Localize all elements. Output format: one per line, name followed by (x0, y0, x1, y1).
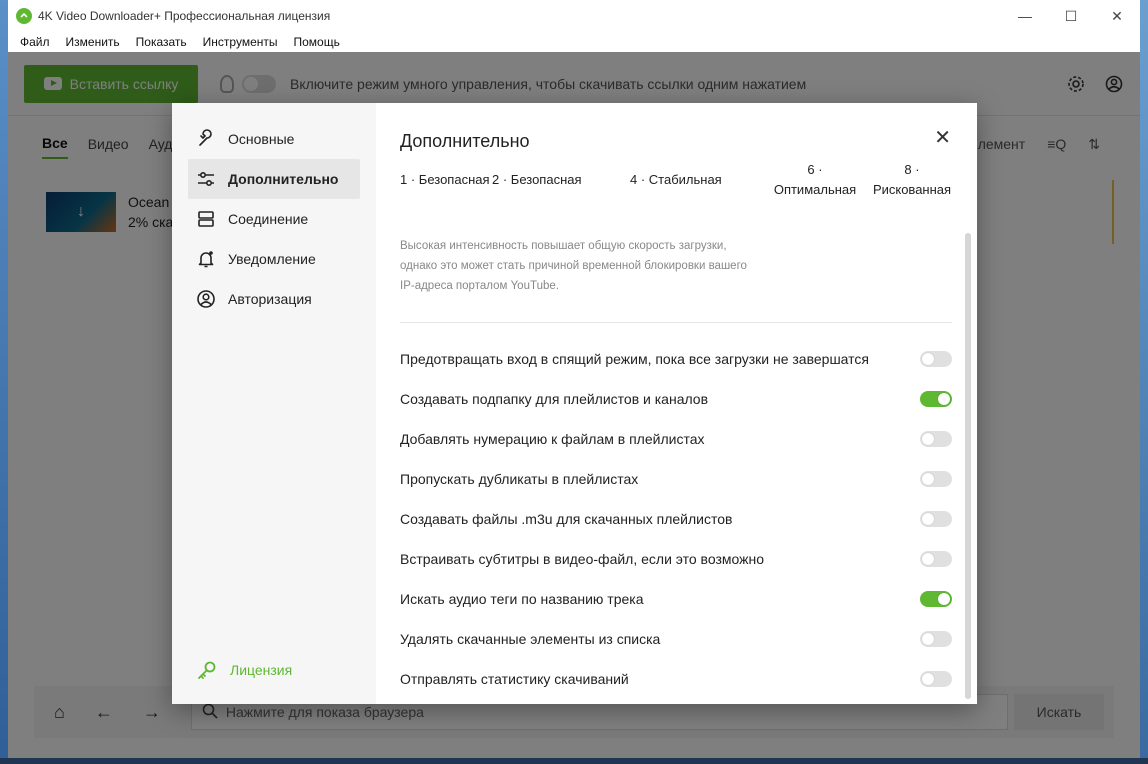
sliders-icon (198, 171, 214, 187)
sidebar-item-connection[interactable]: Соединение (188, 199, 360, 239)
license-link[interactable]: Лицензия (196, 659, 292, 681)
sidebar-item-general[interactable]: Основные (188, 119, 360, 159)
settings-content: Дополнительно ✕ 1 · Безопасная 2 · Безоп… (376, 103, 977, 704)
menu-help[interactable]: Помощь (286, 35, 348, 49)
option-toggle[interactable] (920, 351, 952, 367)
option-toggle[interactable] (920, 591, 952, 607)
sidebar-item-label: Уведомление (228, 251, 316, 267)
option-row: Искать аудио теги по названию трека (400, 579, 952, 619)
license-label: Лицензия (230, 662, 293, 678)
sidebar-item-label: Дополнительно (228, 171, 339, 187)
option-label: Создавать подпапку для плейлистов и кана… (400, 391, 709, 407)
maximize-button[interactable]: ☐ (1048, 0, 1094, 32)
menu-tools[interactable]: Инструменты (195, 35, 286, 49)
key-icon (198, 661, 216, 679)
options-list: Предотвращать вход в спящий режим, пока … (400, 339, 952, 699)
option-toggle[interactable] (920, 551, 952, 567)
menu-view[interactable]: Показать (128, 35, 195, 49)
sidebar-item-advanced[interactable]: Дополнительно (188, 159, 360, 199)
option-label: Предотвращать вход в спящий режим, пока … (400, 351, 869, 367)
option-toggle[interactable] (920, 511, 952, 527)
option-row: Создавать подпапку для плейлистов и кана… (400, 379, 952, 419)
sidebar-item-label: Соединение (228, 211, 309, 227)
intensity-tick[interactable]: 6 · Оптимальная (770, 160, 860, 200)
menu-edit[interactable]: Изменить (58, 35, 128, 49)
title-bar[interactable]: 4K Video Downloader+ Профессиональная ли… (8, 0, 1140, 32)
option-label: Удалять скачанные элементы из списка (400, 631, 661, 647)
divider (400, 322, 952, 323)
sidebar-item-label: Основные (228, 131, 295, 147)
intensity-scale[interactable]: 1 · Безопасная 2 · Безопасная 4 · Стабил… (400, 162, 953, 214)
bell-icon (198, 251, 214, 268)
settings-dialog: Основные Дополнительно Соединение Уведом… (172, 103, 977, 704)
desktop-right-edge (1140, 0, 1148, 764)
taskbar-strip (0, 758, 1148, 764)
option-label: Отправлять статистику скачиваний (400, 671, 629, 687)
scrollbar-thumb[interactable] (965, 233, 971, 699)
settings-sidebar: Основные Дополнительно Соединение Уведом… (172, 103, 376, 704)
sidebar-item-notification[interactable]: Уведомление (188, 239, 360, 279)
sidebar-item-authorization[interactable]: Авторизация (188, 279, 360, 319)
window-title: 4K Video Downloader+ Профессиональная ли… (38, 9, 331, 23)
option-toggle[interactable] (920, 671, 952, 687)
option-toggle[interactable] (920, 391, 952, 407)
intensity-tick[interactable]: 8 · Рискованная (870, 160, 954, 200)
option-toggle[interactable] (920, 431, 952, 447)
option-label: Искать аудио теги по названию трека (400, 591, 644, 607)
option-row: Предотвращать вход в спящий режим, пока … (400, 339, 952, 379)
minimize-button[interactable]: — (1002, 0, 1048, 32)
intensity-tick[interactable]: 2 · Безопасная (492, 170, 582, 190)
close-dialog-button[interactable]: ✕ (934, 125, 951, 150)
intensity-tick[interactable]: 1 · Безопасная (400, 170, 490, 190)
option-row: Пропускать дубликаты в плейлистах (400, 459, 952, 499)
option-row: Отправлять статистику скачиваний (400, 659, 952, 699)
option-label: Встраивать субтитры в видео-файл, если э… (400, 551, 765, 567)
intensity-hint: Высокая интенсивность повышает общую ско… (400, 240, 747, 292)
close-window-button[interactable]: ✕ (1094, 0, 1140, 32)
server-icon (198, 211, 214, 227)
page-title: Дополнительно (400, 131, 530, 151)
app-logo-icon (16, 8, 32, 24)
user-circle-icon (197, 290, 215, 308)
scrollbar[interactable] (965, 233, 971, 699)
menu-file[interactable]: Файл (12, 35, 58, 49)
option-toggle[interactable] (920, 631, 952, 647)
option-toggle[interactable] (920, 471, 952, 487)
option-label: Добавлять нумерацию к файлам в плейлиста… (400, 431, 705, 447)
desktop-left-edge (0, 0, 8, 764)
menu-bar: Файл Изменить Показать Инструменты Помощ… (8, 32, 1140, 52)
option-row: Добавлять нумерацию к файлам в плейлиста… (400, 419, 952, 459)
option-label: Пропускать дубликаты в плейлистах (400, 471, 639, 487)
sidebar-item-label: Авторизация (228, 291, 312, 307)
option-row: Создавать файлы .m3u для скачанных плейл… (400, 499, 952, 539)
wrench-icon (199, 129, 212, 146)
option-label: Создавать файлы .m3u для скачанных плейл… (400, 511, 733, 527)
option-row: Встраивать субтитры в видео-файл, если э… (400, 539, 952, 579)
option-row: Удалять скачанные элементы из списка (400, 619, 952, 659)
intensity-tick[interactable]: 4 · Стабильная (630, 170, 722, 190)
